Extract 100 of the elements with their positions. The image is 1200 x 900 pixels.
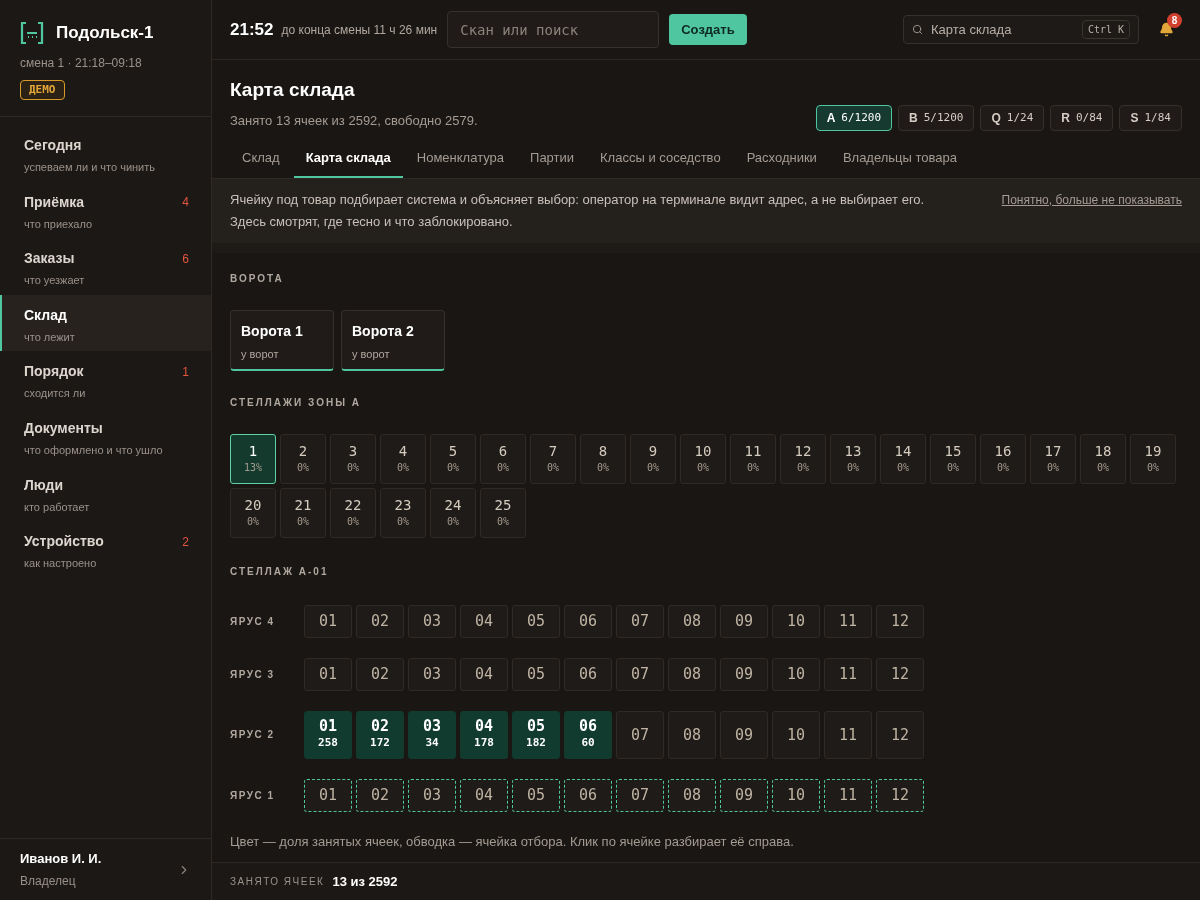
storage-cell[interactable]: 06 [564, 778, 612, 812]
storage-cell[interactable]: 08 [668, 657, 716, 691]
storage-cell[interactable]: 09 [720, 604, 768, 638]
storage-cell[interactable]: 04 [460, 778, 508, 812]
storage-cell[interactable]: 03 [408, 657, 456, 691]
rack-tile[interactable]: 4 0% [380, 433, 426, 484]
storage-cell[interactable]: 10 [772, 657, 820, 691]
zone-filter[interactable]: B 5/1200 [898, 105, 975, 131]
create-button[interactable]: Создать [669, 14, 747, 45]
storage-cell[interactable]: 02 172 [356, 710, 404, 759]
storage-cell[interactable]: 04 [460, 604, 508, 638]
tab[interactable]: Расходники [734, 144, 829, 178]
storage-cell[interactable]: 05 182 [512, 710, 560, 759]
tab[interactable]: Карта склада [293, 144, 403, 178]
storage-cell[interactable]: 02 [356, 778, 404, 812]
search-field[interactable]: Карта склада Ctrl K [903, 15, 1139, 44]
nav-item[interactable]: Сегодня успеваем ли и что чинить [0, 125, 211, 182]
storage-cell[interactable]: 01 [304, 778, 352, 812]
rack-tile[interactable]: 14 0% [880, 433, 926, 484]
storage-cell[interactable]: 03 34 [408, 710, 456, 759]
storage-cell[interactable]: 09 [720, 778, 768, 812]
storage-cell[interactable]: 09 [720, 657, 768, 691]
nav-item[interactable]: Заказы 6 что уезжает [0, 238, 211, 295]
rack-tile[interactable]: 2 0% [280, 433, 326, 484]
storage-cell[interactable]: 08 [668, 778, 716, 812]
storage-cell[interactable]: 01 [304, 604, 352, 638]
zone-filter[interactable]: S 1/84 [1119, 105, 1182, 131]
storage-cell[interactable]: 06 [564, 604, 612, 638]
storage-cell[interactable]: 01 258 [304, 710, 352, 759]
rack-tile[interactable]: 8 0% [580, 433, 626, 484]
gate-card[interactable]: Ворота 2 у ворот [341, 309, 445, 371]
storage-cell[interactable]: 07 [616, 604, 664, 638]
nav-item[interactable]: Порядок 1 сходится ли [0, 351, 211, 408]
storage-cell[interactable]: 10 [772, 604, 820, 638]
storage-cell[interactable]: 02 [356, 604, 404, 638]
rack-tile[interactable]: 6 0% [480, 433, 526, 484]
storage-cell[interactable]: 07 [616, 778, 664, 812]
gate-card[interactable]: Ворота 1 у ворот [230, 309, 334, 371]
notifications-button[interactable]: 8 [1159, 12, 1182, 37]
storage-cell[interactable]: 04 178 [460, 710, 508, 759]
rack-tile[interactable]: 12 0% [780, 433, 826, 484]
tab[interactable]: Номенклатура [404, 144, 517, 178]
storage-cell[interactable]: 12 [876, 710, 924, 759]
storage-cell[interactable]: 04 [460, 657, 508, 691]
rack-tile[interactable]: 13 0% [830, 433, 876, 484]
rack-tile[interactable]: 17 0% [1030, 433, 1076, 484]
storage-cell[interactable]: 11 [824, 710, 872, 759]
user-menu[interactable]: Иванов И. И. Владелец [0, 838, 211, 900]
storage-cell[interactable]: 05 [512, 604, 560, 638]
rack-tile[interactable]: 1 13% [230, 433, 276, 484]
rack-tile[interactable]: 10 0% [680, 433, 726, 484]
storage-cell[interactable]: 11 [824, 604, 872, 638]
storage-cell[interactable]: 10 [772, 778, 820, 812]
rack-tile[interactable]: 22 0% [330, 487, 376, 538]
storage-cell[interactable]: 12 [876, 778, 924, 812]
storage-cell[interactable]: 12 [876, 657, 924, 691]
nav-item[interactable]: Приёмка 4 что приехало [0, 181, 211, 239]
storage-cell[interactable]: 01 [304, 657, 352, 691]
storage-cell[interactable]: 02 [356, 657, 404, 691]
scan-field[interactable]: Скан или поиск [447, 11, 660, 48]
storage-cell[interactable]: 03 [408, 604, 456, 638]
storage-cell[interactable]: 07 [616, 657, 664, 691]
nav-item[interactable]: Люди кто работает [0, 464, 211, 522]
storage-cell[interactable]: 06 60 [564, 710, 612, 759]
dismiss-link[interactable]: Понятно, больше не показывать [1001, 190, 1182, 233]
storage-cell[interactable]: 09 [720, 710, 768, 759]
storage-cell[interactable]: 05 [512, 778, 560, 812]
nav-item[interactable]: Документы что оформлено и что ушло [0, 407, 211, 465]
storage-cell[interactable]: 06 [564, 657, 612, 691]
storage-cell[interactable]: 10 [772, 710, 820, 759]
rack-tile[interactable]: 25 0% [480, 487, 526, 538]
tab[interactable]: Владельцы товара [830, 144, 969, 178]
rack-tile[interactable]: 3 0% [330, 433, 376, 484]
rack-tile[interactable]: 11 0% [730, 433, 776, 484]
rack-tile[interactable]: 5 0% [430, 433, 476, 484]
rack-tile[interactable]: 18 0% [1080, 433, 1126, 484]
storage-cell[interactable]: 08 [668, 710, 716, 759]
nav-item[interactable]: Склад что лежит [0, 294, 211, 352]
rack-tile[interactable]: 20 0% [230, 487, 276, 538]
storage-cell[interactable]: 08 [668, 604, 716, 638]
tab[interactable]: Классы и соседство [588, 144, 733, 178]
tab[interactable]: Склад [230, 144, 292, 178]
storage-cell[interactable]: 12 [876, 604, 924, 638]
storage-cell[interactable]: 03 [408, 778, 456, 812]
zone-filter[interactable]: A 6/1200 [815, 105, 893, 131]
zone-filter[interactable]: Q 1/24 [980, 105, 1045, 131]
zone-filter[interactable]: R 0/84 [1050, 105, 1114, 131]
storage-cell[interactable]: 05 [512, 657, 560, 691]
storage-cell[interactable]: 11 [824, 657, 872, 691]
rack-tile[interactable]: 24 0% [430, 487, 476, 538]
rack-tile[interactable]: 7 0% [530, 433, 576, 484]
rack-tile[interactable]: 16 0% [980, 433, 1026, 484]
rack-tile[interactable]: 19 0% [1130, 433, 1176, 484]
tab[interactable]: Партии [518, 144, 587, 178]
storage-cell[interactable]: 07 [616, 710, 664, 759]
rack-tile[interactable]: 23 0% [380, 487, 426, 538]
rack-tile[interactable]: 15 0% [930, 433, 976, 484]
rack-tile[interactable]: 21 0% [280, 487, 326, 538]
rack-tile[interactable]: 9 0% [630, 433, 676, 484]
storage-cell[interactable]: 11 [824, 778, 872, 812]
